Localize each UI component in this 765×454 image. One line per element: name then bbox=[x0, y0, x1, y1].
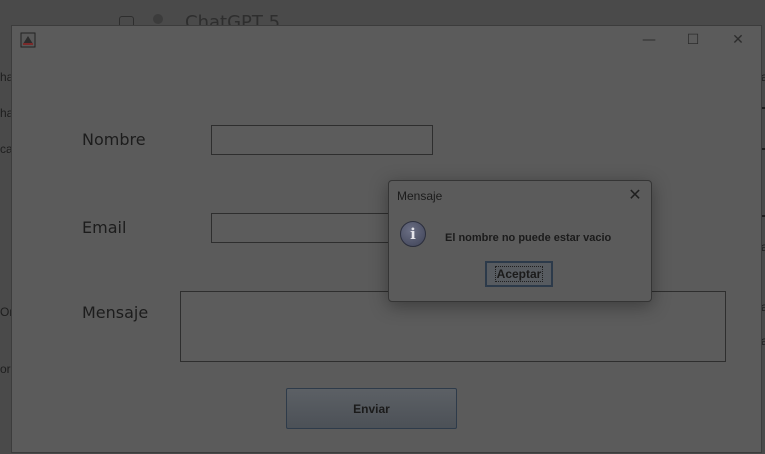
maximize-button[interactable]: ☐ bbox=[681, 30, 705, 50]
accept-button[interactable]: Aceptar bbox=[485, 261, 553, 287]
close-window-button[interactable]: ✕ bbox=[726, 30, 750, 50]
send-button[interactable]: Enviar bbox=[286, 388, 457, 429]
window-titlebar[interactable]: — ☐ ✕ bbox=[12, 26, 761, 54]
java-app-icon bbox=[20, 32, 36, 48]
minimize-button[interactable]: — bbox=[637, 30, 661, 50]
info-icon: i bbox=[400, 221, 426, 247]
dialog-close-button[interactable]: ✕ bbox=[625, 185, 645, 205]
name-label: Nombre bbox=[82, 130, 146, 149]
dialog-message: El nombre no puede estar vacio bbox=[445, 232, 612, 244]
dialog-title: Mensaje bbox=[397, 189, 443, 203]
message-label: Mensaje bbox=[82, 303, 149, 322]
message-dialog: Mensaje ✕ i El nombre no puede estar vac… bbox=[388, 180, 652, 302]
email-label: Email bbox=[82, 218, 127, 237]
avatar-icon bbox=[153, 14, 163, 24]
name-input[interactable] bbox=[211, 125, 433, 155]
accept-button-label: Aceptar bbox=[494, 266, 544, 282]
